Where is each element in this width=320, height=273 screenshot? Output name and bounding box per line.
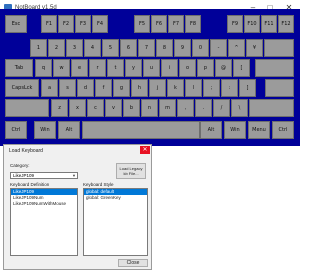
key-esc[interactable]: Esc — [5, 15, 27, 33]
load-legacy-button[interactable]: Load Legacy kb File... — [116, 163, 146, 179]
key-enter[interactable] — [255, 59, 294, 77]
key-backspace[interactable] — [264, 39, 294, 57]
key-f2[interactable]: F2 — [58, 15, 74, 33]
key-row3-7[interactable]: k — [167, 79, 184, 97]
key-ctrl-0[interactable]: Ctrl — [5, 121, 27, 139]
key-row4-10[interactable]: \ — [231, 99, 248, 117]
key-row2-0[interactable]: q — [35, 59, 52, 77]
key-f12[interactable]: F12 — [278, 15, 294, 33]
key-win-1[interactable]: Win — [34, 121, 56, 139]
key-row3-5[interactable]: h — [131, 79, 148, 97]
key-row3-9[interactable]: ; — [203, 79, 220, 97]
key-row4-0[interactable]: z — [51, 99, 68, 117]
key-row1-6[interactable]: 7 — [138, 39, 155, 57]
chevron-down-icon: ▼ — [72, 173, 76, 178]
key-f5[interactable]: F5 — [134, 15, 150, 33]
key-f6[interactable]: F6 — [151, 15, 167, 33]
key-f9[interactable]: F9 — [227, 15, 243, 33]
key-alt-2[interactable]: Alt — [58, 121, 80, 139]
key-f7[interactable]: F7 — [168, 15, 184, 33]
key-row2-8[interactable]: o — [179, 59, 196, 77]
key-f1[interactable]: F1 — [41, 15, 57, 33]
dialog-title: Load Keyboard — [9, 148, 43, 154]
key-row4-6[interactable]: m — [159, 99, 176, 117]
key-f11[interactable]: F11 — [261, 15, 277, 33]
key-row2-11[interactable]: [ — [233, 59, 250, 77]
category-value: LikeJP109 — [13, 173, 35, 178]
load-keyboard-dialog: Load Keyboard ✕ Category: LikeJP109 ▼ Lo… — [3, 144, 152, 270]
key-row1-4[interactable]: 5 — [102, 39, 119, 57]
list-item[interactable]: global: GreenKey — [84, 195, 147, 201]
key-row1-5[interactable]: 6 — [120, 39, 137, 57]
key-row1-7[interactable]: 8 — [156, 39, 173, 57]
key-row1-10[interactable]: - — [210, 39, 227, 57]
key-row4-9[interactable]: / — [213, 99, 230, 117]
key-row4-7[interactable]: , — [177, 99, 194, 117]
key-row4-1[interactable]: x — [69, 99, 86, 117]
key-row1-0[interactable]: 1 — [30, 39, 47, 57]
style-label: Keyboard Style — [83, 182, 114, 187]
key-right-shift[interactable] — [249, 99, 294, 117]
key-row3-11[interactable]: ] — [239, 79, 256, 97]
key-row3-3[interactable]: f — [95, 79, 112, 97]
key-row4-3[interactable]: v — [105, 99, 122, 117]
key-row1-2[interactable]: 3 — [66, 39, 83, 57]
key-enter-lower[interactable] — [265, 79, 294, 97]
key-row2-3[interactable]: r — [89, 59, 106, 77]
keyboard-panel: Esc F1 F2 F3 F4 F5 F6 F7 F8 F9 F10 F11 F12 1 2 3 4 5 6 7 8 9 0… — [0, 9, 300, 146]
key-space[interactable] — [82, 121, 200, 139]
key-row2-1[interactable]: w — [53, 59, 70, 77]
list-item[interactable]: LikeJP109NumWithMouse — [11, 201, 77, 207]
dialog-close-icon[interactable]: ✕ — [140, 146, 150, 154]
key-row2-4[interactable]: t — [107, 59, 124, 77]
key-tab[interactable]: Tab — [5, 59, 33, 77]
key-f8[interactable]: F8 — [185, 15, 201, 33]
key-row2-6[interactable]: u — [143, 59, 160, 77]
key-row3-4[interactable]: g — [113, 79, 130, 97]
key-row2-9[interactable]: p — [197, 59, 214, 77]
key-row1-3[interactable]: 4 — [84, 39, 101, 57]
key-row1-11[interactable]: ^ — [228, 39, 245, 57]
key-row2-10[interactable]: @ — [215, 59, 232, 77]
key-row2-5[interactable]: y — [125, 59, 142, 77]
close-dialog-button[interactable]: Close — [118, 259, 148, 267]
category-label: Category: — [10, 163, 30, 168]
key-menu-6[interactable]: Menu — [248, 121, 270, 139]
key-capslock[interactable]: CapsLck — [5, 79, 39, 97]
key-row4-5[interactable]: n — [141, 99, 158, 117]
key-f3[interactable]: F3 — [75, 15, 91, 33]
key-row3-1[interactable]: s — [59, 79, 76, 97]
key-row4-8[interactable]: . — [195, 99, 212, 117]
key-row3-2[interactable]: d — [77, 79, 94, 97]
key-f4[interactable]: F4 — [92, 15, 108, 33]
key-row3-6[interactable]: j — [149, 79, 166, 97]
category-dropdown[interactable]: LikeJP109 ▼ — [10, 172, 78, 179]
key-ctrl-7[interactable]: Ctrl — [272, 121, 294, 139]
key-row2-2[interactable]: e — [71, 59, 88, 77]
load-legacy-label-2: kb File... — [123, 171, 139, 176]
key-row1-1[interactable]: 2 — [48, 39, 65, 57]
key-row3-8[interactable]: l — [185, 79, 202, 97]
key-left-shift[interactable] — [5, 99, 49, 117]
definition-list[interactable]: LikeJP109 LikeJP109Num LikeJP109NumWithM… — [10, 188, 78, 256]
key-win-5[interactable]: Win — [224, 121, 246, 139]
key-row1-9[interactable]: 0 — [192, 39, 209, 57]
key-row4-4[interactable]: b — [123, 99, 140, 117]
key-row4-2[interactable]: c — [87, 99, 104, 117]
key-alt-4[interactable]: Alt — [200, 121, 222, 139]
key-row3-10[interactable]: : — [221, 79, 238, 97]
definition-label: Keyboard Definition — [10, 182, 50, 187]
key-row1-12[interactable]: ¥ — [246, 39, 263, 57]
key-f10[interactable]: F10 — [244, 15, 260, 33]
key-row1-8[interactable]: 9 — [174, 39, 191, 57]
key-row3-0[interactable]: a — [41, 79, 58, 97]
style-list[interactable]: global: default global: GreenKey — [83, 188, 148, 256]
key-row2-7[interactable]: i — [161, 59, 178, 77]
